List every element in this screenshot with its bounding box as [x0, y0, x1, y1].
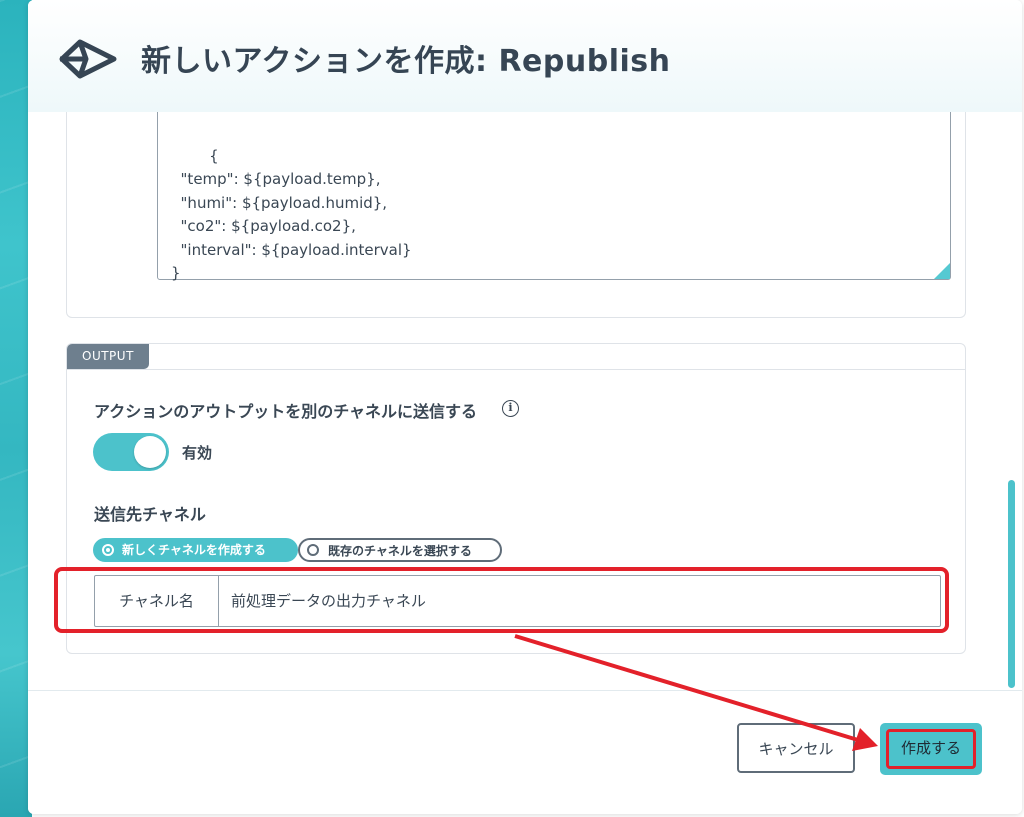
dialog-footer: キャンセル 作成する	[28, 690, 1022, 814]
scrollbar-thumb[interactable]	[1008, 480, 1015, 688]
channel-name-label: チャネル名	[95, 576, 219, 626]
payload-template-text: { "temp": ${payload.temp}, "humi": ${pay…	[171, 146, 412, 283]
dialog-title: 新しいアクションを作成: Republish	[141, 44, 671, 79]
radio-label: 既存のチャネルを選択する	[328, 544, 472, 558]
radio-unselected-icon	[307, 544, 319, 556]
radio-selected-icon	[102, 544, 114, 556]
create-button[interactable]: 作成する	[880, 723, 982, 775]
output-panel: OUTPUT アクションのアウトプットを別のチャネルに送信する i 有効 送信先…	[66, 343, 966, 654]
create-button-label: 作成する	[886, 729, 976, 769]
toggle-label: 有効	[182, 444, 213, 462]
info-icon[interactable]: i	[502, 400, 519, 417]
radio-label: 新しくチャネルを作成する	[122, 543, 266, 557]
create-action-dialog: 新しいアクションを作成: Republish { "temp": ${paylo…	[28, 0, 1022, 814]
send-arrow-icon	[59, 39, 117, 79]
payload-panel: { "temp": ${payload.temp}, "humi": ${pay…	[66, 112, 966, 318]
channel-name-field: チャネル名	[94, 575, 943, 627]
destination-channel-label: 送信先チャネル	[94, 505, 206, 524]
payload-template-editor[interactable]: { "temp": ${payload.temp}, "humi": ${pay…	[157, 112, 951, 283]
dialog-header: 新しいアクションを作成: Republish	[28, 0, 1022, 113]
enable-toggle[interactable]	[93, 433, 169, 471]
radio-create-new-channel[interactable]: 新しくチャネルを作成する	[93, 538, 298, 562]
toggle-knob	[134, 436, 166, 468]
output-section-tag: OUTPUT	[67, 344, 149, 369]
resize-handle[interactable]	[934, 263, 950, 279]
cancel-button[interactable]: キャンセル	[737, 723, 855, 773]
dialog-body: { "temp": ${payload.temp}, "humi": ${pay…	[28, 112, 1022, 690]
send-output-label: アクションのアウトプットを別のチャネルに送信する	[94, 402, 478, 421]
divider	[67, 369, 965, 370]
channel-name-input[interactable]	[219, 576, 943, 624]
radio-select-existing-channel[interactable]: 既存のチャネルを選択する	[298, 538, 502, 562]
